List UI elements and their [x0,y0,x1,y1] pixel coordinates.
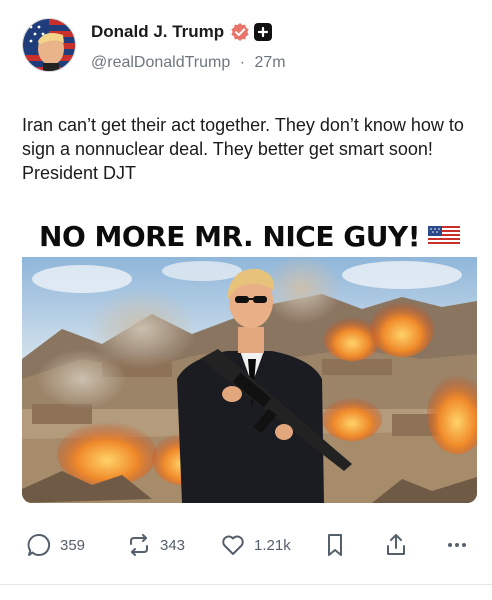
retruth-button[interactable]: 343 [126,532,185,558]
author-avatar[interactable] [22,18,76,72]
headline-text: NO MORE MR. NICE GUY! [39,219,420,253]
like-button[interactable]: 1.21k [220,532,291,558]
like-count: 1.21k [254,536,291,554]
more-button[interactable] [444,532,470,558]
retruth-count: 343 [160,536,186,554]
reply-button[interactable]: 359 [26,532,85,558]
author-name[interactable]: Donald J. Trump [91,22,224,42]
reply-icon [27,533,51,556]
post-divider [0,584,492,585]
like-icon [222,535,244,555]
post-time[interactable]: 27m [255,54,286,71]
bookmark-icon [328,534,342,556]
reply-count: 359 [60,536,86,554]
author-handle[interactable]: @realDonaldTrump [91,54,230,71]
post-actions: 359 343 1.21k [22,528,472,562]
more-icon [448,543,466,547]
handle-row: @realDonaldTrump · 27m [91,54,286,72]
follow-plus-icon[interactable] [254,23,273,41]
us-flag-icon [427,226,460,246]
retruth-icon [130,534,148,556]
bookmark-button[interactable] [322,532,348,558]
verified-badge-icon [231,23,249,41]
post-text: Iran can’t get their act together. They … [22,115,464,183]
share-button[interactable] [383,532,409,558]
author-name-row: Donald J. Trump [91,22,273,42]
separator-dot: · [239,54,246,71]
post-media[interactable]: NO MORE MR. NICE GUY! [22,209,477,503]
media-headline: NO MORE MR. NICE GUY! [22,213,477,259]
share-icon [387,534,405,555]
